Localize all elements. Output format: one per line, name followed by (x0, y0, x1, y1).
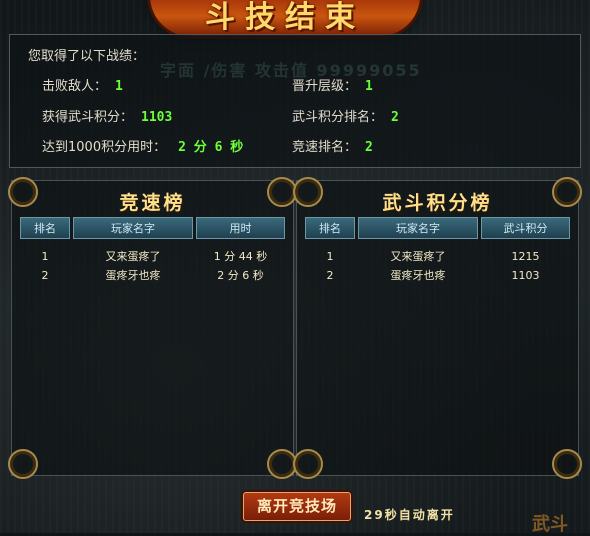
time-label: 达到1000积分用时： (42, 140, 167, 155)
level-label: 晋升层级： (292, 79, 358, 94)
points-board-title: 武斗积分榜 (382, 192, 493, 214)
corner-ornament-icon (293, 449, 323, 479)
speed-board: 竞速榜 排名 玩家名字 用时 1 又来蛋疼了 1 分 44 秒 2 蛋疼牙也疼 … (8, 177, 297, 479)
speed-rank-stat: 竞速排名： 2 (292, 136, 373, 155)
rank-cell: 1 (326, 250, 334, 263)
level-stat: 晋升层级： 1 (292, 75, 373, 94)
results-panel: 字面 /伤害 攻击值 99999055 您取得了以下战绩： 击败敌人： 1 晋升层… (9, 34, 581, 168)
table-row: 1 又来蛋疼了 1 分 44 秒 (20, 247, 285, 266)
time-cell: 1 分 44 秒 (213, 250, 268, 263)
rank-cell: 2 (41, 269, 49, 282)
header-points: 武斗积分 (481, 217, 570, 239)
header-time: 用时 (196, 217, 285, 239)
corner-ornament-icon (552, 449, 582, 479)
points-stat: 获得武斗积分： 1103 (42, 106, 172, 125)
speed-board-header: 排名 玩家名字 用时 (20, 217, 285, 239)
speed-rank-value: 2 (365, 140, 373, 155)
defeated-stat: 击败敌人： 1 (42, 75, 123, 94)
points-rank-value: 2 (391, 110, 399, 125)
table-row: 2 蛋疼牙也疼 1103 (305, 266, 570, 285)
auto-leave-countdown: 29秒自动离开 (364, 508, 455, 522)
corner-ornament-icon (8, 449, 38, 479)
time-cell: 2 分 6 秒 (217, 269, 264, 282)
speed-rank-label: 竞速排名： (292, 140, 358, 155)
table-row: 2 蛋疼牙也疼 2 分 6 秒 (20, 266, 285, 285)
player-cell: 又来蛋疼了 (105, 250, 161, 263)
points-cell: 1215 (511, 250, 540, 263)
time-value: 2 分 6 秒 (178, 140, 244, 155)
points-cell: 1103 (511, 269, 540, 282)
points-value: 1103 (141, 110, 173, 125)
points-board-rows: 1 又来蛋疼了 1215 2 蛋疼牙也疼 1103 (305, 247, 570, 285)
time-stat: 达到1000积分用时： 2 分 6 秒 (42, 136, 243, 155)
player-cell: 蛋疼牙也疼 (390, 269, 446, 282)
header-player: 玩家名字 (358, 217, 478, 239)
level-value: 1 (365, 79, 373, 94)
points-board-header: 排名 玩家名字 武斗积分 (305, 217, 570, 239)
player-cell: 蛋疼牙也疼 (105, 269, 161, 282)
title-banner: 斗技结束 (150, 0, 420, 36)
defeated-label: 击败敌人： (42, 79, 108, 94)
header-player: 玩家名字 (73, 217, 193, 239)
table-row: 1 又来蛋疼了 1215 (305, 247, 570, 266)
speed-board-rows: 1 又来蛋疼了 1 分 44 秒 2 蛋疼牙也疼 2 分 6 秒 (20, 247, 285, 285)
points-rank-stat: 武斗积分排名： 2 (292, 106, 399, 125)
speed-board-title: 竞速榜 (119, 192, 186, 214)
header-rank: 排名 (20, 217, 70, 239)
leave-arena-button[interactable]: 离开竞技场 (243, 492, 351, 521)
rank-cell: 1 (41, 250, 49, 263)
damage-watermark: 字面 /伤害 攻击值 99999055 (160, 61, 422, 80)
points-board: 武斗积分榜 排名 玩家名字 武斗积分 1 又来蛋疼了 1215 2 蛋疼牙也疼 … (293, 177, 582, 479)
corner-deco-text: 武斗 (532, 514, 568, 535)
page-title: 斗技结束 (205, 0, 365, 35)
results-intro: 您取得了以下战绩： (28, 49, 146, 64)
defeated-value: 1 (115, 79, 123, 94)
header-rank: 排名 (305, 217, 355, 239)
points-rank-label: 武斗积分排名： (292, 110, 384, 125)
player-cell: 又来蛋疼了 (390, 250, 446, 263)
rank-cell: 2 (326, 269, 334, 282)
points-label: 获得武斗积分： (42, 110, 134, 125)
